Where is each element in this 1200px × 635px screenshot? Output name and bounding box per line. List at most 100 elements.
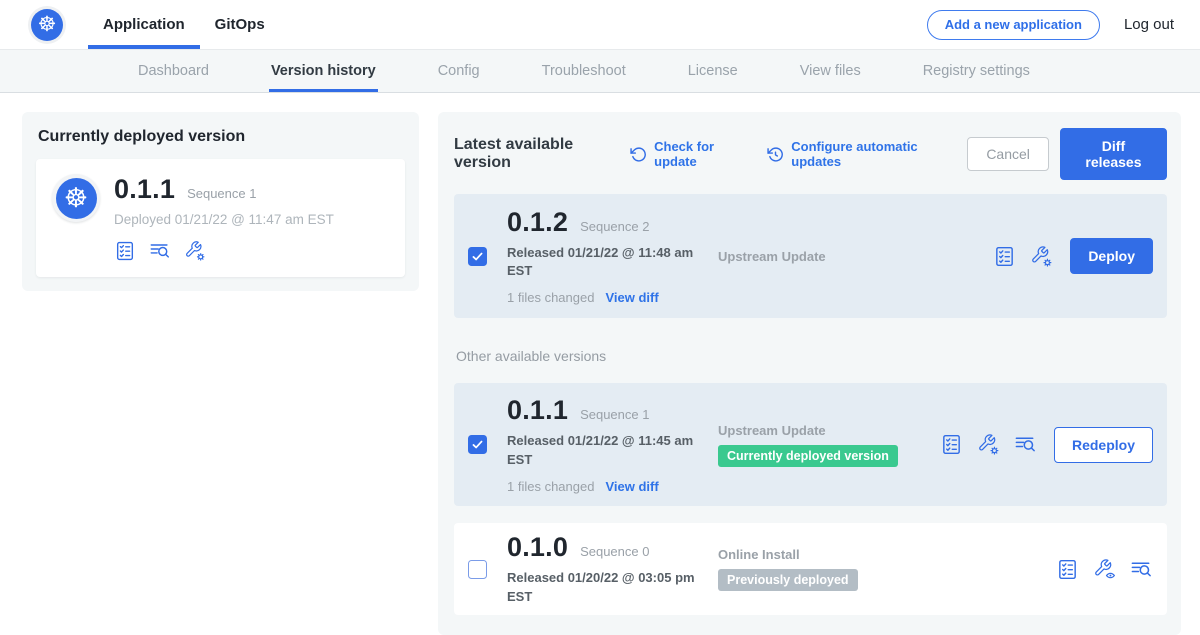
redeploy-button[interactable]: Redeploy (1054, 427, 1153, 463)
version-number: 0.1.0 (507, 532, 568, 563)
tab-application[interactable]: Application (88, 0, 200, 49)
preflight-checklist-icon[interactable] (993, 245, 1016, 268)
refresh-icon (630, 146, 647, 163)
admin-console: ☸ Application GitOps Add a new applicati… (0, 0, 1200, 634)
view-diff-link[interactable]: View diff (605, 479, 658, 494)
tab-gitops[interactable]: GitOps (200, 0, 280, 49)
deployed-timestamp: Deployed 01/21/22 @ 11:47 am EST (114, 212, 334, 227)
files-changed-label: 1 files changed (507, 290, 594, 305)
checkmark-icon (471, 438, 484, 451)
available-versions-panel: Latest available version Check for updat… (438, 112, 1181, 635)
subnav-config[interactable]: Config (436, 50, 482, 92)
preflight-checklist-icon[interactable] (1056, 558, 1079, 581)
version-source: Online Install Previously deployed (718, 547, 1056, 591)
view-diff-link[interactable]: View diff (605, 290, 658, 305)
version-actions: Deploy (993, 238, 1153, 274)
version-source: Upstream Update Currently deployed versi… (718, 423, 940, 467)
config-view-wrench-eye-icon[interactable] (1093, 558, 1116, 581)
checkmark-icon (471, 250, 484, 263)
top-nav-right: Add a new application Log out (927, 0, 1200, 49)
top-tabs: Application GitOps (88, 0, 280, 49)
subnav-dashboard[interactable]: Dashboard (136, 50, 211, 92)
currently-deployed-panel: Currently deployed version ☸ 0.1.1 Seque… (22, 112, 419, 291)
released-timestamp: Released 01/21/22 @ 11:48 am EST (507, 244, 703, 280)
released-timestamp: Released 01/21/22 @ 11:45 am EST (507, 432, 703, 468)
sequence-label: Sequence 0 (580, 544, 649, 559)
add-application-button[interactable]: Add a new application (927, 10, 1100, 40)
kubernetes-wheel-glyph: ☸ (64, 185, 88, 212)
latest-available-title: Latest available version (454, 136, 608, 172)
logout-link[interactable]: Log out (1124, 16, 1174, 33)
version-source: Upstream Update (718, 249, 993, 264)
main-content: Currently deployed version ☸ 0.1.1 Seque… (0, 93, 1200, 635)
app-logo-avatar: ☸ (52, 174, 100, 222)
available-versions-header: Latest available version Check for updat… (454, 128, 1167, 180)
check-for-update-label: Check for update (654, 139, 741, 169)
version-select-checkbox[interactable] (468, 247, 487, 266)
source-label: Online Install (718, 547, 1056, 562)
version-select-checkbox[interactable] (468, 435, 487, 454)
kubernetes-wheel-glyph: ☸ (38, 14, 57, 35)
deploy-logs-icon[interactable] (1130, 558, 1153, 581)
version-actions (1056, 558, 1153, 581)
deployed-version-actions (114, 240, 334, 262)
version-row-0-1-2: 0.1.2 Sequence 2 Released 01/21/22 @ 11:… (454, 194, 1167, 318)
preflight-checklist-icon[interactable] (940, 433, 963, 456)
version-info: 0.1.2 Sequence 2 Released 01/21/22 @ 11:… (507, 207, 718, 305)
subnav-registry-settings-label: Registry settings (923, 63, 1030, 79)
deployed-panel-title: Currently deployed version (36, 126, 405, 146)
config-wrench-gear-icon[interactable] (1030, 245, 1053, 268)
subnav-license-label: License (688, 63, 738, 79)
version-number: 0.1.2 (507, 207, 568, 238)
auto-update-clock-icon (767, 146, 784, 163)
deployed-version-number: 0.1.1 (114, 174, 175, 205)
currently-deployed-badge: Currently deployed version (718, 445, 898, 467)
preflight-checklist-icon[interactable] (114, 240, 136, 262)
version-row-0-1-1: 0.1.1 Sequence 1 Released 01/21/22 @ 11:… (454, 383, 1167, 506)
subnav-license[interactable]: License (686, 50, 740, 92)
deploy-logs-icon[interactable] (1014, 433, 1037, 456)
previously-deployed-badge: Previously deployed (718, 569, 858, 591)
deployed-version-details: 0.1.1 Sequence 1 Deployed 01/21/22 @ 11:… (114, 174, 334, 262)
subnav-config-label: Config (438, 63, 480, 79)
released-timestamp: Released 01/20/22 @ 03:05 pm EST (507, 569, 703, 605)
deploy-logs-icon[interactable] (149, 240, 171, 262)
config-wrench-gear-icon[interactable] (184, 240, 206, 262)
subnav-registry-settings[interactable]: Registry settings (921, 50, 1032, 92)
tab-application-label: Application (103, 16, 185, 33)
diff-releases-button[interactable]: Diff releases (1060, 128, 1167, 180)
tab-gitops-label: GitOps (215, 16, 265, 33)
version-select-checkbox[interactable] (468, 560, 487, 579)
deployed-version-card: ☸ 0.1.1 Sequence 1 Deployed 01/21/22 @ 1… (36, 159, 405, 277)
subnav-view-files[interactable]: View files (798, 50, 863, 92)
source-label: Upstream Update (718, 423, 940, 438)
source-label: Upstream Update (718, 249, 993, 264)
kubernetes-logo-icon: ☸ (56, 178, 97, 219)
version-info: 0.1.0 Sequence 0 Released 01/20/22 @ 03:… (507, 532, 718, 605)
config-wrench-gear-icon[interactable] (977, 433, 1000, 456)
configure-automatic-updates-label: Configure automatic updates (791, 139, 941, 169)
files-changed-label: 1 files changed (507, 479, 594, 494)
version-row-0-1-0: 0.1.0 Sequence 0 Released 01/20/22 @ 03:… (454, 523, 1167, 615)
check-for-update-link[interactable]: Check for update (630, 139, 741, 169)
subnav-view-files-label: View files (800, 63, 861, 79)
app-sub-nav: Dashboard Version history Config Trouble… (0, 50, 1200, 93)
sequence-label: Sequence 2 (580, 219, 649, 234)
subnav-version-history-label: Version history (271, 63, 376, 79)
top-nav: ☸ Application GitOps Add a new applicati… (0, 0, 1200, 50)
deployed-sequence-label: Sequence 1 (187, 186, 256, 201)
subnav-version-history[interactable]: Version history (269, 50, 378, 92)
subnav-dashboard-label: Dashboard (138, 63, 209, 79)
version-actions: Redeploy (940, 427, 1153, 463)
configure-automatic-updates-link[interactable]: Configure automatic updates (767, 139, 941, 169)
deploy-button[interactable]: Deploy (1070, 238, 1153, 274)
app-logo: ☸ (28, 6, 66, 44)
kubernetes-logo-icon: ☸ (31, 9, 63, 41)
other-versions-label: Other available versions (456, 348, 1167, 364)
subnav-troubleshoot[interactable]: Troubleshoot (540, 50, 628, 92)
version-number: 0.1.1 (507, 395, 568, 426)
sequence-label: Sequence 1 (580, 407, 649, 422)
version-info: 0.1.1 Sequence 1 Released 01/21/22 @ 11:… (507, 395, 718, 493)
subnav-troubleshoot-label: Troubleshoot (542, 63, 626, 79)
cancel-button[interactable]: Cancel (967, 137, 1049, 171)
